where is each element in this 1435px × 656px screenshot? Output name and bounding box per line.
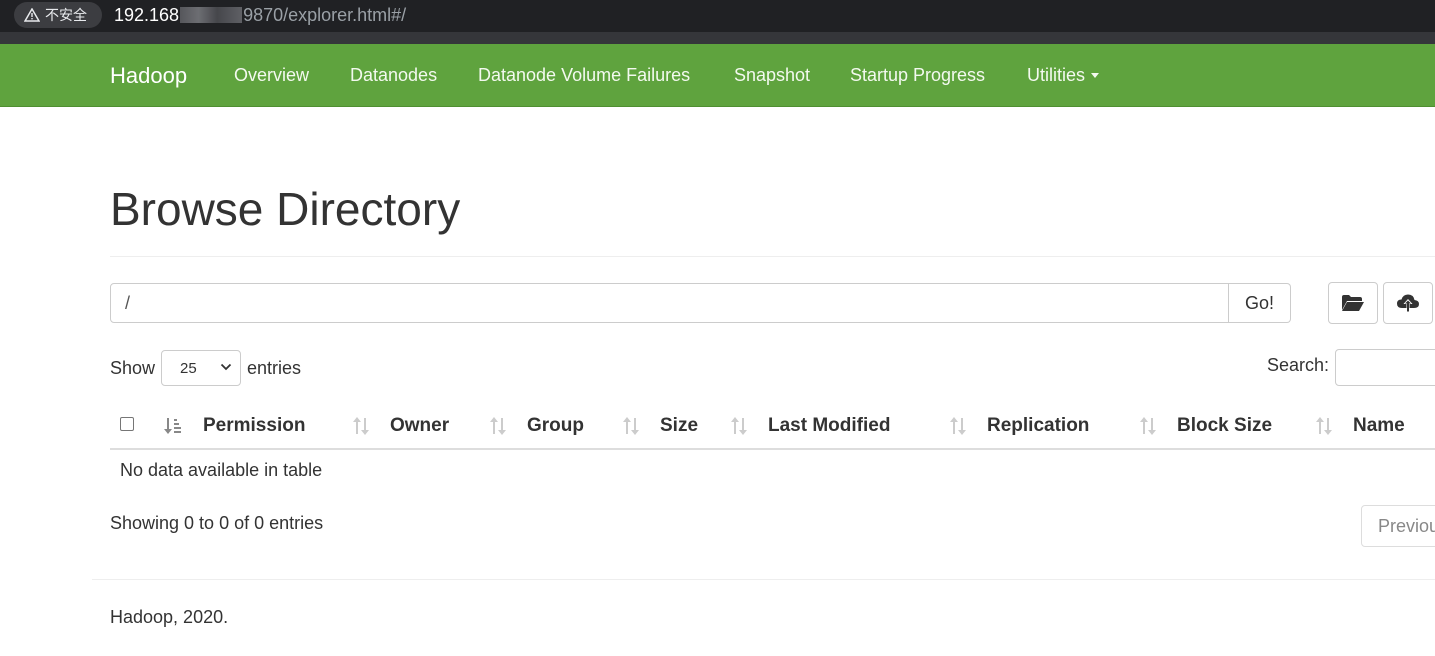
path-input-group: Go! [110, 283, 1291, 323]
sort-icon[interactable] [730, 416, 748, 436]
browser-address-bar: 不安全 192.168 9870/explorer.html#/ [0, 0, 1435, 32]
table-info: Showing 0 to 0 of 0 entries [110, 513, 324, 533]
sort-icon[interactable] [352, 416, 370, 436]
browser-toolbar-strip [0, 32, 1435, 44]
page-title: Browse Directory [110, 183, 461, 235]
sort-asc-icon[interactable] [164, 416, 182, 436]
column-header-last-modified[interactable]: Last Modified [768, 404, 890, 448]
url-path: 9870/explorer.html#/ [243, 5, 407, 25]
footer-text: Hadoop, 2020. [110, 607, 229, 627]
column-header-owner[interactable]: Owner [390, 404, 449, 448]
previous-page-button[interactable]: Previous [1361, 505, 1435, 547]
table-empty-message: No data available in table [120, 460, 323, 480]
page-length-value: 25 [180, 360, 197, 377]
column-header-permission[interactable]: Permission [203, 404, 305, 448]
nav-snapshot[interactable]: Snapshot [734, 44, 810, 107]
brand-link[interactable]: Hadoop [110, 44, 187, 107]
warning-icon [24, 8, 40, 22]
nav-overview[interactable]: Overview [234, 44, 309, 107]
nav-utilities-label: Utilities [1027, 65, 1086, 85]
security-indicator[interactable]: 不安全 [14, 2, 102, 28]
upload-files-button[interactable] [1383, 282, 1433, 324]
sort-icon[interactable] [1139, 416, 1157, 436]
search-label: Search: [1267, 355, 1330, 375]
caret-down-icon [1091, 73, 1100, 78]
column-header-block-size[interactable]: Block Size [1177, 404, 1272, 448]
url-host: 192.168 [114, 5, 180, 25]
table-header: Permission Owner Group Size Last Modifie… [110, 404, 1435, 450]
chevron-down-icon [220, 363, 232, 371]
sort-icon[interactable] [1315, 416, 1333, 436]
column-header-size[interactable]: Size [660, 404, 698, 448]
sort-icon[interactable] [622, 416, 640, 436]
redacted-ip [180, 7, 243, 23]
create-directory-button[interactable] [1328, 282, 1378, 324]
directory-path-input[interactable] [110, 283, 1229, 323]
go-button[interactable]: Go! [1229, 283, 1291, 323]
nav-datanodes[interactable]: Datanodes [350, 44, 437, 107]
cloud-upload-icon [1397, 294, 1419, 312]
nav-utilities-dropdown[interactable]: Utilities [1027, 44, 1100, 107]
page-length-control: Show 25 entries [110, 350, 301, 386]
sort-icon[interactable] [949, 416, 967, 436]
sort-icon[interactable] [489, 416, 507, 436]
show-label: Show [110, 357, 156, 378]
security-label: 不安全 [45, 7, 87, 23]
nav-datanode-volume-failures[interactable]: Datanode Volume Failures [478, 44, 690, 107]
folder-open-icon [1342, 295, 1364, 311]
table-search-input[interactable] [1335, 349, 1435, 386]
page-length-select[interactable]: 25 [161, 350, 242, 386]
footer-divider [92, 579, 1435, 580]
select-all-checkbox[interactable] [120, 417, 134, 431]
column-header-name[interactable]: Name [1353, 404, 1405, 448]
column-header-replication[interactable]: Replication [987, 404, 1089, 448]
url-text[interactable]: 192.168 9870/explorer.html#/ [114, 4, 406, 26]
nav-startup-progress[interactable]: Startup Progress [850, 44, 985, 107]
top-navbar: Hadoop Overview Datanodes Datanode Volum… [0, 44, 1435, 107]
entries-label: entries [247, 357, 302, 378]
column-header-group[interactable]: Group [527, 404, 584, 448]
title-divider [110, 256, 1435, 257]
